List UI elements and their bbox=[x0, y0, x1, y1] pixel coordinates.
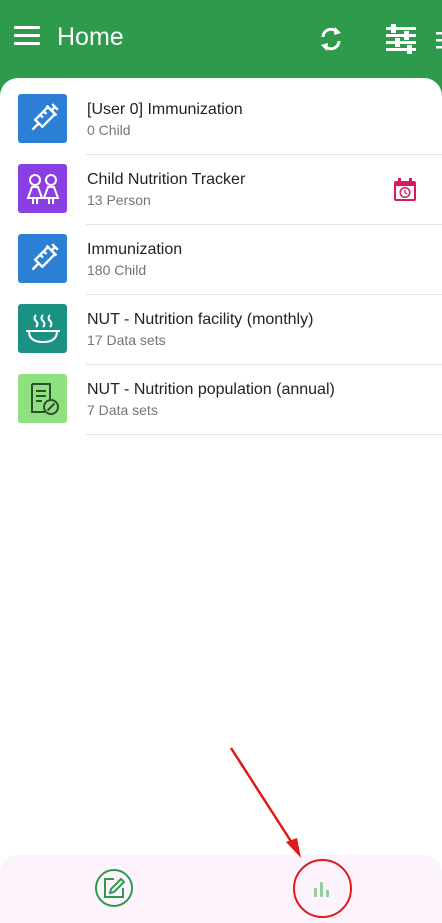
program-name: NUT - Nutrition facility (monthly) bbox=[87, 311, 314, 328]
form-check-icon bbox=[18, 374, 67, 423]
children-icon bbox=[18, 164, 67, 213]
list-item[interactable]: Child Nutrition Tracker 13 Person bbox=[0, 155, 442, 225]
program-name: [User 0] Immunization bbox=[87, 101, 243, 118]
program-name: NUT - Nutrition population (annual) bbox=[87, 381, 335, 398]
bottom-navigation bbox=[0, 855, 442, 923]
program-list: [User 0] Immunization 0 Child Child Nutr… bbox=[0, 78, 442, 923]
program-count: 0 Child bbox=[87, 122, 131, 138]
list-item[interactable]: NUT - Nutrition population (annual) 7 Da… bbox=[0, 365, 442, 435]
program-count: 180 Child bbox=[87, 262, 147, 278]
program-count: 7 Data sets bbox=[87, 402, 158, 418]
calendar-clock-icon bbox=[393, 178, 417, 202]
program-name: Child Nutrition Tracker bbox=[87, 171, 246, 188]
overflow-edge bbox=[436, 30, 442, 50]
list-item[interactable]: NUT - Nutrition facility (monthly) 17 Da… bbox=[0, 295, 442, 365]
program-name: Immunization bbox=[87, 241, 183, 258]
syringe-icon bbox=[18, 94, 67, 143]
page-title: Home bbox=[57, 23, 124, 51]
divider bbox=[86, 434, 442, 435]
filter-icon[interactable] bbox=[384, 24, 418, 54]
highlight-circle bbox=[293, 859, 352, 918]
list-item[interactable]: [User 0] Immunization 0 Child bbox=[0, 85, 442, 155]
program-count: 17 Data sets bbox=[87, 332, 166, 348]
program-count: 13 Person bbox=[87, 192, 151, 208]
list-item[interactable]: Immunization 180 Child bbox=[0, 225, 442, 295]
hot-dish-icon bbox=[18, 304, 67, 353]
syringe-icon bbox=[18, 234, 67, 283]
sync-icon[interactable] bbox=[316, 24, 346, 54]
edit-icon[interactable] bbox=[95, 869, 133, 907]
app-bar: Home bbox=[0, 0, 442, 80]
menu-icon[interactable] bbox=[14, 26, 40, 48]
